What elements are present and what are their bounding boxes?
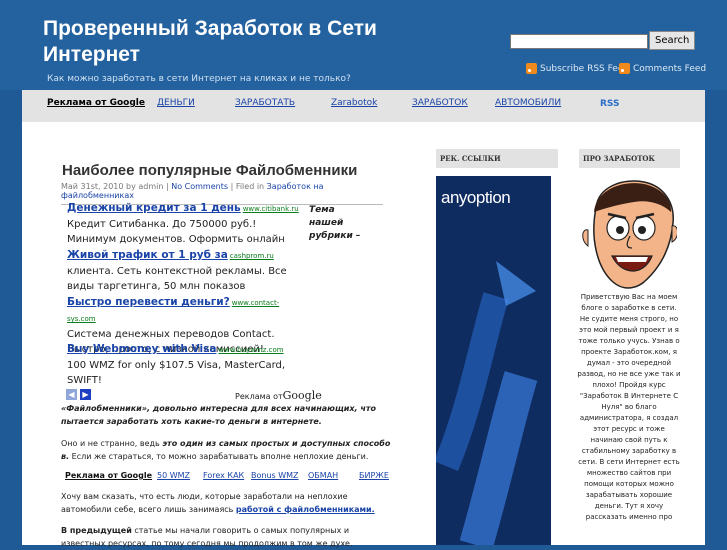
paragraph-cars: Хочу вам сказать, что есть люди, которые… [61,490,391,516]
ad-block: Buy Webmoney with Visa www.buywmz.com 100… [67,342,302,388]
chevron-right-icon[interactable]: ▶ [80,389,91,400]
link-unit-label[interactable]: Реклама от Google [65,471,152,480]
link-unit[interactable]: ОБМАН [308,471,338,480]
nav-item-zarabotok-latin[interactable]: Zarabotok [331,98,377,108]
nav-item-zarabotok[interactable]: ЗАРАБОТОК [412,98,468,108]
ad-block: Денежный кредит за 1 день www.citibank.ru… [67,201,302,247]
filehosting-work-link[interactable]: работой с файлобменниками. [236,505,375,514]
ad-text: 100 WMZ for only $107.5 Visa, MasterCard… [67,360,286,386]
link-unit[interactable]: БИРЖЕ [359,471,389,480]
main-nav: Реклама от Google ДЕНЬГИ ЗАРАБОТАТЬ Zara… [22,90,705,123]
anyoption-banner[interactable]: anyoption [436,176,551,545]
site-title[interactable]: Проверенный Заработок в Сети Интернет [43,16,403,68]
sidebar-title-about: ПРО ЗАРАБОТОК [579,149,680,168]
rss-icon [526,63,537,74]
paragraph-text: Оно и не странно, ведь [61,439,160,448]
comments-feed-link[interactable]: Comments Feed [619,63,706,74]
ad-title-link[interactable]: Денежный кредит за 1 день [67,202,241,214]
chevron-left-icon[interactable]: ◀ [66,389,77,400]
nav-item-google-ads[interactable]: Реклама от Google [47,98,145,108]
rss-icon [619,63,630,74]
post-filed-label: | Filed in [230,182,265,191]
ad-text: Кредит Ситибанка. До 750000 руб.! Миниму… [67,219,285,245]
search-input[interactable] [510,34,648,49]
google-logo: Google [282,389,322,402]
post-title[interactable]: Наиболее популярные Файлобменники [62,162,357,179]
nav-item-zarabotat[interactable]: ЗАРАБОТАТЬ [235,98,295,108]
link-unit[interactable]: Bonus WMZ [251,471,299,480]
search-button[interactable]: Search [649,31,696,50]
banner-arrow-graphic [436,261,538,545]
comments-feed-label: Comments Feed [633,63,707,74]
post-date: Май 31st, 2010 by admin | [61,182,169,191]
cartoon-mascot-image [582,180,677,289]
nav-item-dengi[interactable]: ДЕНЬГИ [157,98,195,108]
ad-title-link[interactable]: Быстро перевести деньги? [67,296,230,308]
nav-item-avtomobili[interactable]: АВТОМОБИЛИ [495,98,561,108]
about-text: Приветствую Вас на моем блоге о заработк… [577,293,681,521]
ad-title-link[interactable]: Живой трафик от 1 руб за [67,249,228,261]
subscribe-rss-link[interactable]: Subscribe RSS Feed [526,63,629,74]
link-unit[interactable]: Forex КАК [203,471,244,480]
google-link-units: Реклама от Google 50 WMZ Forex КАК Bonus… [61,471,391,485]
link-unit[interactable]: 50 WMZ [157,471,190,480]
ad-title-link[interactable]: Buy Webmoney with Visa [67,343,216,355]
sidebar-title-ad-links: РЕК. ССЫЛКИ [436,149,558,168]
ads-by-label: Реклама от [235,392,283,401]
ad-url[interactable]: cashprom.ru [230,252,274,260]
paragraph-previous: В предыдущей статье мы начали говорить о… [61,524,391,550]
ads-by-google-link[interactable]: Реклама отGoogle [235,389,322,402]
ad-url[interactable]: www.buywmz.com [218,346,283,354]
subscribe-rss-label: Subscribe RSS Feed [540,63,630,74]
paragraph-intro: «Файлобменники», довольно интересна для … [61,404,377,426]
ad-block: Живой трафик от 1 руб за cashprom.ru клие… [67,248,302,294]
paragraph-simple: Оно и не странно, ведь это один из самых… [61,437,391,463]
rubric-note: Тема нашей рубрики – [309,205,361,241]
nav-rss-link[interactable]: RSS [600,99,620,109]
paragraph-text: Если же стараться, то можно зарабатывать… [71,452,369,461]
ad-text: клиента. Сеть контекстной рекламы. Все в… [67,266,287,292]
site-tagline: Как можно заработать в сети Интернет на … [47,74,351,84]
post-comments-link[interactable]: No Comments [171,182,228,191]
paragraph-emphasis: В предыдущей [61,526,132,535]
ad-pager: ◀ ▶ [66,389,91,400]
ad-url[interactable]: www.citibank.ru [243,205,299,213]
